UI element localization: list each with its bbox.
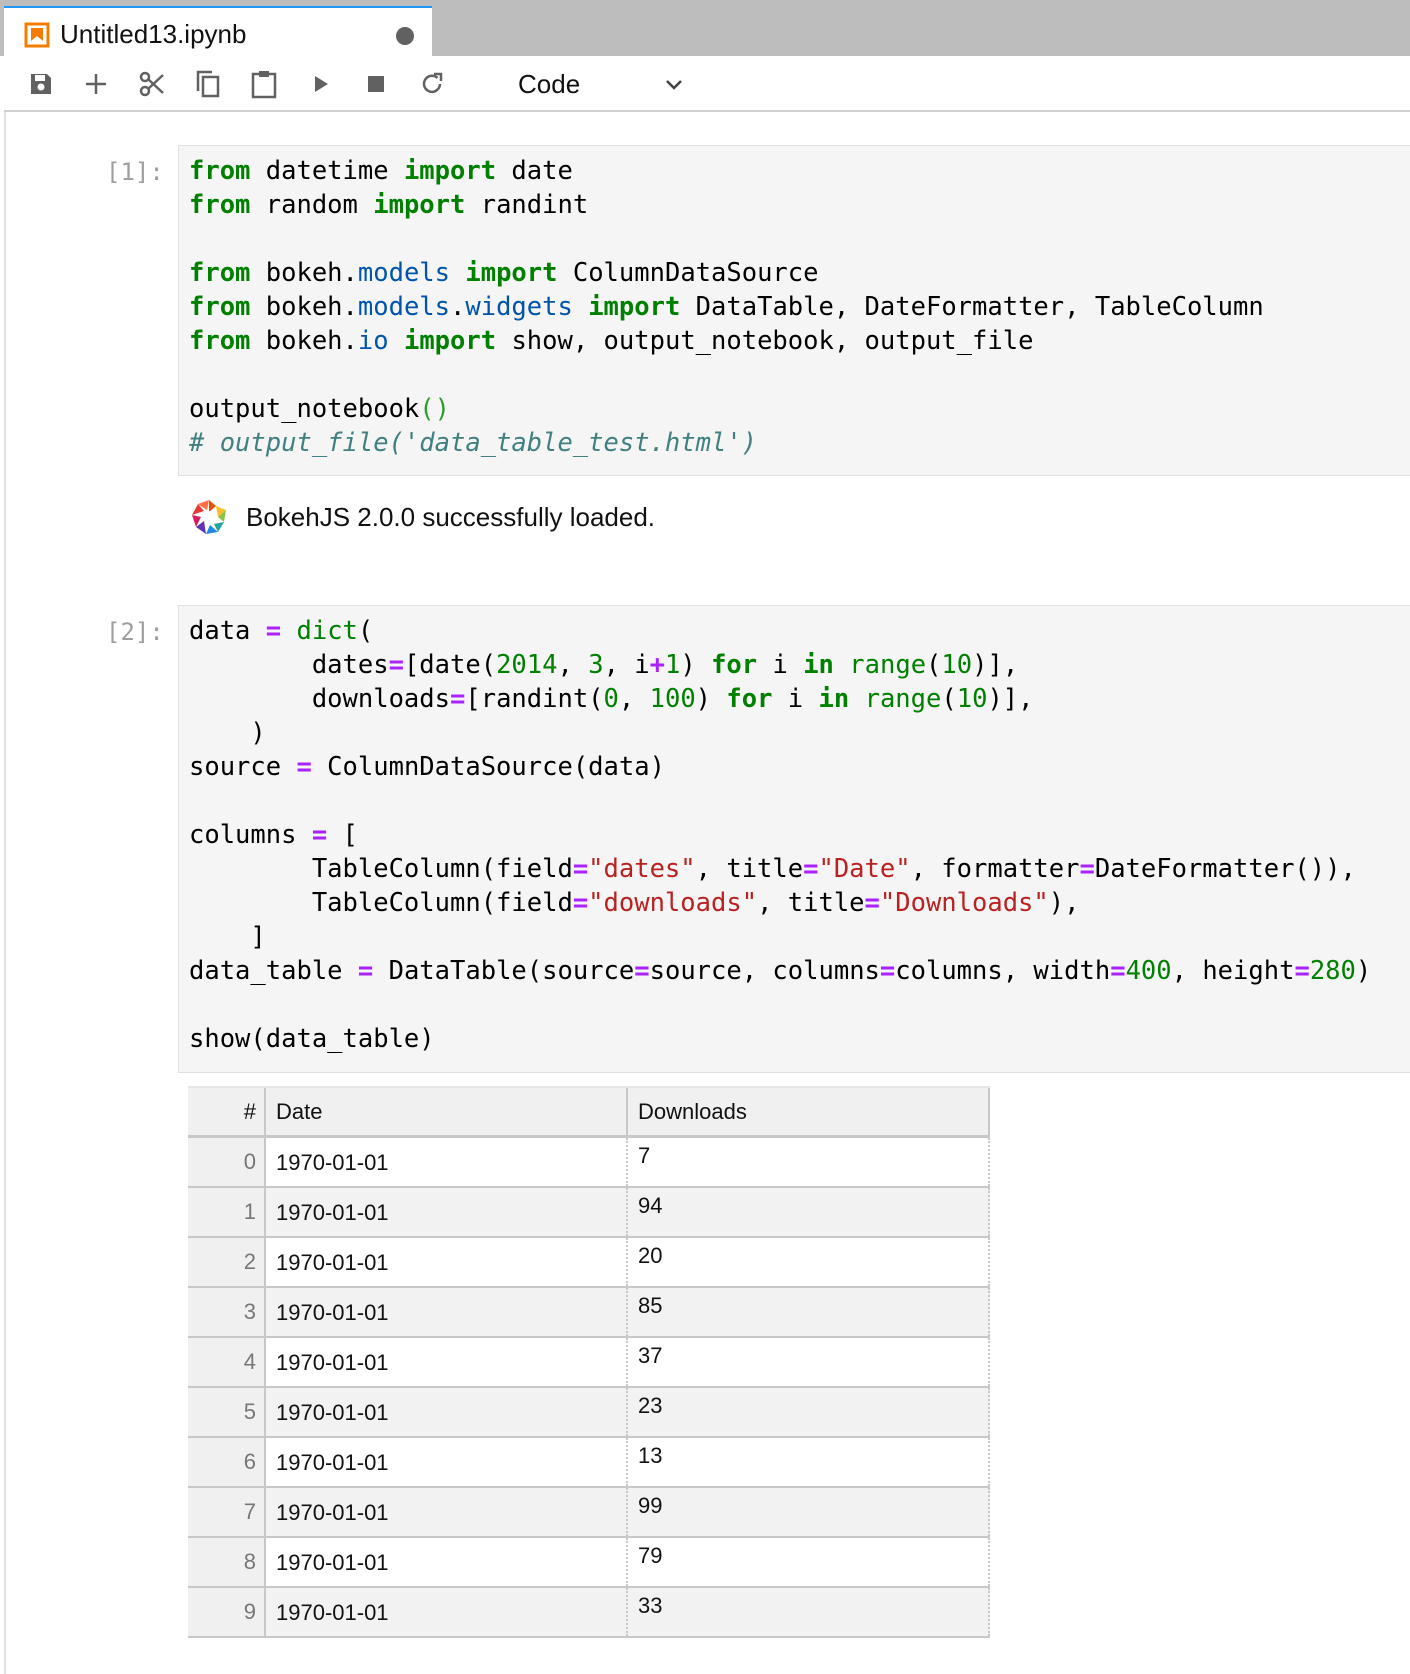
stop-icon[interactable] xyxy=(358,66,394,102)
row-index-cell[interactable]: 1 xyxy=(188,1188,266,1236)
bokeh-output: BokehJS 2.0.0 successfully loaded. xyxy=(188,495,655,539)
date-cell[interactable]: 1970-01-01 xyxy=(266,1538,628,1586)
date-cell[interactable]: 1970-01-01 xyxy=(266,1588,628,1636)
date-cell[interactable]: 1970-01-01 xyxy=(266,1138,628,1186)
bokeh-logo-icon xyxy=(192,500,226,534)
downloads-cell[interactable]: 85 xyxy=(628,1288,990,1336)
cell-1-code-editor[interactable]: from datetime import date from random im… xyxy=(178,145,1410,476)
cell-type-select[interactable]: Code xyxy=(514,64,694,104)
date-cell[interactable]: 1970-01-01 xyxy=(266,1388,628,1436)
row-index-cell[interactable]: 3 xyxy=(188,1288,266,1336)
row-index-cell[interactable]: 8 xyxy=(188,1538,266,1586)
table-header: # Date Downloads xyxy=(188,1086,990,1138)
row-index-cell[interactable]: 9 xyxy=(188,1588,266,1636)
column-header-index[interactable]: # xyxy=(188,1088,266,1135)
row-index-cell[interactable]: 7 xyxy=(188,1488,266,1536)
restart-icon[interactable] xyxy=(414,66,450,102)
row-index-cell[interactable]: 4 xyxy=(188,1338,266,1386)
downloads-cell[interactable]: 33 xyxy=(628,1588,990,1636)
cell-type-value: Code xyxy=(518,69,581,99)
column-header-downloads[interactable]: Downloads xyxy=(628,1088,990,1135)
table-row[interactable]: 2 1970-01-01 20 xyxy=(188,1238,990,1288)
table-row[interactable]: 8 1970-01-01 79 xyxy=(188,1538,990,1588)
notebook-icon xyxy=(24,22,50,48)
add-cell-icon[interactable] xyxy=(78,66,114,102)
tab-title: Untitled13.ipynb xyxy=(60,19,247,49)
cell-2-code-editor[interactable]: data = dict( dates=[date(2014, 3, i+1) f… xyxy=(178,605,1410,1073)
notebook-toolbar: Code xyxy=(4,56,1410,112)
date-cell[interactable]: 1970-01-01 xyxy=(266,1338,628,1386)
downloads-cell[interactable]: 94 xyxy=(628,1188,990,1236)
cell-2-prompt: [2]: xyxy=(106,618,164,646)
row-index-cell[interactable]: 0 xyxy=(188,1138,266,1186)
table-row[interactable]: 5 1970-01-01 23 xyxy=(188,1388,990,1438)
cell-1-prompt: [1]: xyxy=(106,158,164,186)
notebook-tab[interactable]: Untitled13.ipynb xyxy=(4,6,432,58)
downloads-cell[interactable]: 7 xyxy=(628,1138,990,1186)
notebook-left-border xyxy=(4,112,6,1674)
cut-icon[interactable] xyxy=(134,66,170,102)
downloads-cell[interactable]: 79 xyxy=(628,1538,990,1586)
table-row[interactable]: 6 1970-01-01 13 xyxy=(188,1438,990,1488)
date-cell[interactable]: 1970-01-01 xyxy=(266,1488,628,1536)
row-index-cell[interactable]: 2 xyxy=(188,1238,266,1286)
chevron-down-icon xyxy=(662,72,686,101)
table-row[interactable]: 1 1970-01-01 94 xyxy=(188,1188,990,1238)
table-row[interactable]: 0 1970-01-01 7 xyxy=(188,1138,990,1188)
table-row[interactable]: 3 1970-01-01 85 xyxy=(188,1288,990,1338)
row-index-cell[interactable]: 6 xyxy=(188,1438,266,1486)
date-cell[interactable]: 1970-01-01 xyxy=(266,1438,628,1486)
downloads-cell[interactable]: 13 xyxy=(628,1438,990,1486)
date-cell[interactable]: 1970-01-01 xyxy=(266,1238,628,1286)
table-body: 0 1970-01-01 7 1 1970-01-01 94 2 1970-01-01 20 3 1… xyxy=(188,1138,990,1638)
bokeh-data-table: # Date Downloads 0 1970-01-01 7 1 1970-01-01… xyxy=(188,1086,990,1638)
table-row[interactable]: 7 1970-01-01 99 xyxy=(188,1488,990,1538)
downloads-cell[interactable]: 99 xyxy=(628,1488,990,1536)
date-cell[interactable]: 1970-01-01 xyxy=(266,1188,628,1236)
table-row[interactable]: 4 1970-01-01 37 xyxy=(188,1338,990,1388)
save-icon[interactable] xyxy=(23,66,59,102)
unsaved-indicator-icon[interactable] xyxy=(396,27,414,45)
copy-icon[interactable] xyxy=(190,66,226,102)
date-cell[interactable]: 1970-01-01 xyxy=(266,1288,628,1336)
row-index-cell[interactable]: 5 xyxy=(188,1388,266,1436)
paste-icon[interactable] xyxy=(246,66,282,102)
downloads-cell[interactable]: 20 xyxy=(628,1238,990,1286)
tab-bar: Untitled13.ipynb xyxy=(0,0,1410,58)
downloads-cell[interactable]: 23 xyxy=(628,1388,990,1436)
bokeh-load-message: BokehJS 2.0.0 successfully loaded. xyxy=(246,501,656,532)
table-row[interactable]: 9 1970-01-01 33 xyxy=(188,1588,990,1638)
run-icon[interactable] xyxy=(302,66,338,102)
downloads-cell[interactable]: 37 xyxy=(628,1338,990,1386)
column-header-date[interactable]: Date xyxy=(266,1088,628,1135)
